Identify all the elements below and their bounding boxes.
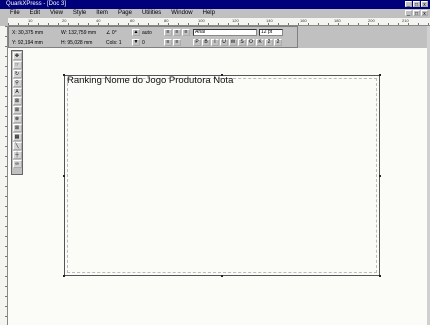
resize-handle[interactable]: [63, 275, 65, 277]
menu-page[interactable]: Page: [118, 9, 132, 18]
word-underline-icon[interactable]: W: [229, 39, 237, 46]
resize-handle[interactable]: [379, 175, 381, 177]
menu-edit[interactable]: Edit: [30, 9, 40, 18]
ruler-label: 140: [266, 18, 273, 23]
ruler-label: 80: [164, 18, 169, 23]
ruler-label: 60: [130, 18, 135, 23]
text-box[interactable]: [64, 75, 380, 276]
resize-handle[interactable]: [63, 74, 65, 76]
ruler-label: 160: [300, 18, 307, 23]
oval-picture-tool-icon[interactable]: ⊗: [12, 115, 22, 123]
columns-field[interactable]: Cols: 1: [106, 40, 122, 46]
underline-style-icon[interactable]: U: [220, 39, 228, 46]
leading-down-icon[interactable]: ▼: [132, 39, 140, 46]
measurements-palette: X: 30,375 mm Y: 92,194 mm W: 132,759 mm …: [8, 26, 298, 48]
maximize-button[interactable]: □: [413, 1, 420, 8]
align-justify-icon[interactable]: ≡: [164, 39, 172, 46]
leading-field[interactable]: auto: [142, 30, 152, 36]
title-bar: QuarkXPress - [Doc 3] _ □ x: [0, 0, 430, 9]
item-tool-icon[interactable]: ✥: [12, 52, 22, 60]
align-force-icon[interactable]: ≡: [173, 39, 181, 46]
resize-handle[interactable]: [379, 74, 381, 76]
shadow-style-icon[interactable]: O: [247, 39, 255, 46]
menu-file[interactable]: File: [10, 9, 20, 18]
menu-bar: File Edit View Style Item Page Utilities…: [0, 9, 430, 18]
link-tool-icon[interactable]: ∞: [12, 160, 22, 168]
doc-close-button[interactable]: x: [421, 10, 428, 17]
subscript-icon[interactable]: 2: [274, 39, 282, 46]
leading-up-icon[interactable]: ▲: [132, 29, 140, 36]
caps-style-icon[interactable]: K: [256, 39, 264, 46]
window-title: QuarkXPress - [Doc 3]: [6, 1, 67, 7]
font-select[interactable]: Arial: [193, 29, 257, 36]
menu-style[interactable]: Style: [73, 9, 86, 18]
ruler-label: 200: [368, 18, 375, 23]
zoom-tool-icon[interactable]: ⚲: [12, 79, 22, 87]
table-tool-icon[interactable]: ▦: [12, 133, 22, 141]
vertical-ruler[interactable]: [0, 26, 8, 325]
x-position[interactable]: X: 30,375 mm: [12, 30, 43, 36]
ruler-label: 10: [28, 18, 33, 23]
polygon-picture-tool-icon[interactable]: ⊠: [12, 124, 22, 132]
resize-handle[interactable]: [63, 175, 65, 177]
strike-icon[interactable]: S: [238, 39, 246, 46]
minimize-button[interactable]: _: [405, 1, 412, 8]
margin-guides: [67, 78, 377, 273]
width-field[interactable]: W: 132,759 mm: [61, 30, 96, 36]
ruler-label: 180: [334, 18, 341, 23]
align-center-icon[interactable]: ≡: [173, 29, 181, 36]
resize-handle[interactable]: [221, 275, 223, 277]
text-box-tool-icon[interactable]: A: [12, 88, 22, 96]
rectangle-picture-tool-icon[interactable]: ⊠: [12, 97, 22, 105]
bold-style-icon[interactable]: P: [193, 39, 201, 46]
content-tool-icon[interactable]: ☞: [12, 61, 22, 69]
ruler-label: 20: [62, 18, 67, 23]
ruler-label: 100: [198, 18, 205, 23]
align-right-icon[interactable]: ≡: [182, 29, 190, 36]
menu-view[interactable]: View: [50, 9, 63, 18]
rounded-picture-tool-icon[interactable]: ⊠: [12, 106, 22, 114]
rotation-tool-icon[interactable]: ↻: [12, 70, 22, 78]
tool-palette: ✥ ☞ ↻ ⚲ A ⊠ ⊠ ⊗ ⊠ ▦ ╲ ┼ ∞: [11, 50, 23, 175]
height-field[interactable]: H: 95,028 mm: [61, 40, 92, 46]
menu-item[interactable]: Item: [96, 9, 108, 18]
angle-field[interactable]: ∠ 0°: [106, 30, 117, 36]
resize-handle[interactable]: [221, 74, 223, 76]
orthogonal-line-tool-icon[interactable]: ┼: [12, 151, 22, 159]
tracking-field[interactable]: 0: [142, 40, 145, 46]
superscript-icon[interactable]: 2: [265, 39, 273, 46]
close-button[interactable]: x: [421, 1, 428, 8]
font-size-select[interactable]: 12 pt: [259, 29, 283, 36]
menu-utilities[interactable]: Utilities: [142, 9, 161, 18]
italic-style-icon[interactable]: B: [202, 39, 210, 46]
outline-style-icon[interactable]: I: [211, 39, 219, 46]
horizontal-ruler[interactable]: 10 20 40 60 80 100 120 140 160 180 200 210: [8, 18, 430, 26]
y-position[interactable]: Y: 92,194 mm: [12, 40, 43, 46]
doc-minimize-button[interactable]: _: [405, 10, 412, 17]
headline-text[interactable]: Ranking Nome do Jogo Produtora Nota: [67, 75, 233, 86]
ruler-label: 210: [402, 18, 409, 23]
doc-restore-button[interactable]: □: [413, 10, 420, 17]
ruler-label: 40: [96, 18, 101, 23]
resize-handle[interactable]: [379, 275, 381, 277]
ruler-label: 120: [232, 18, 239, 23]
align-left-icon[interactable]: ≡: [164, 29, 172, 36]
menu-window[interactable]: Window: [171, 9, 192, 18]
menu-help[interactable]: Help: [203, 9, 215, 18]
line-tool-icon[interactable]: ╲: [12, 142, 22, 150]
